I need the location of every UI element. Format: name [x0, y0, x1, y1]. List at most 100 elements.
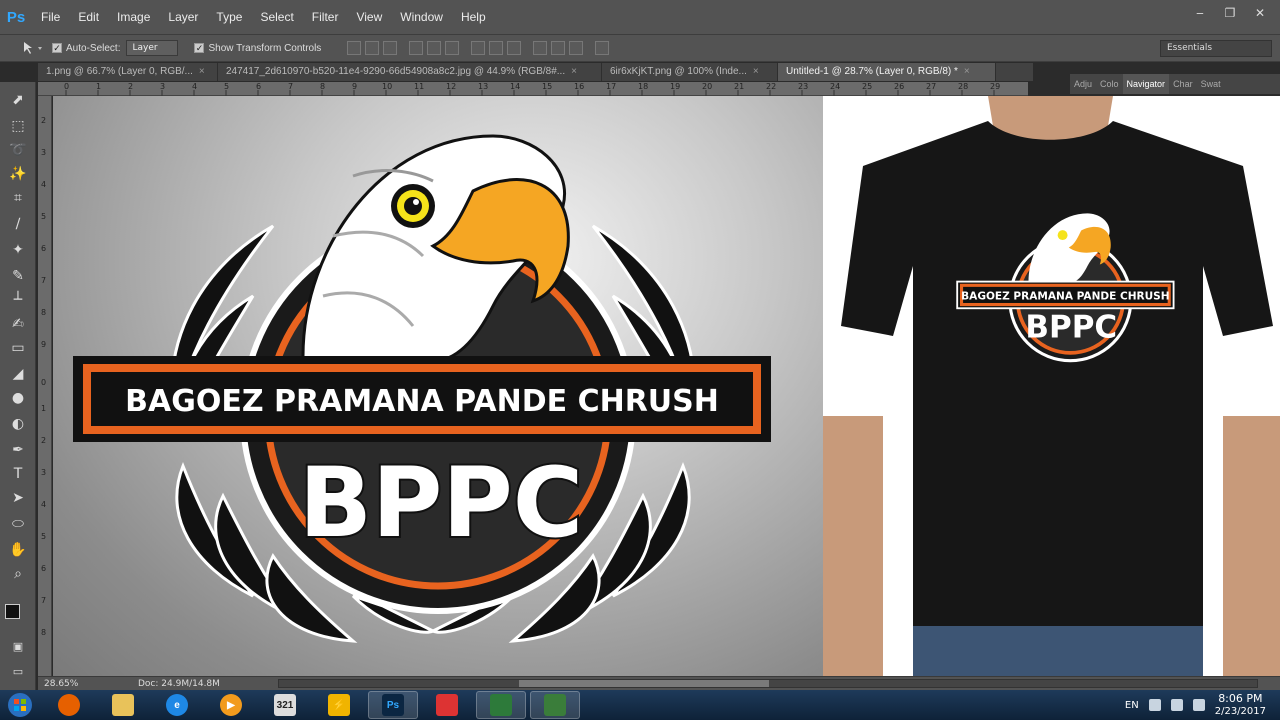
- crop-tool-icon[interactable]: ⌗: [8, 188, 28, 208]
- menu-edit[interactable]: Edit: [69, 0, 108, 34]
- auto-select-checkbox[interactable]: ✓ Auto-Select:: [52, 43, 120, 54]
- scrollbar-thumb[interactable]: [519, 680, 769, 687]
- menu-file[interactable]: File: [32, 0, 69, 34]
- restore-icon[interactable]: ❐: [1216, 4, 1244, 22]
- volume-icon[interactable]: [1192, 699, 1205, 711]
- menu-type[interactable]: Type: [207, 0, 251, 34]
- healing-brush-icon[interactable]: ✦: [8, 240, 28, 260]
- move-tool-icon[interactable]: ⬈: [8, 90, 28, 110]
- align-vcenter-icon[interactable]: [365, 41, 380, 55]
- eyedropper-icon[interactable]: ∕: [8, 214, 28, 234]
- paint-bucket-icon[interactable]: ◢: [8, 364, 28, 384]
- auto-select-dropdown[interactable]: Layer: [126, 40, 179, 56]
- menu-image[interactable]: Image: [108, 0, 159, 34]
- align-hcenter-icon[interactable]: [427, 41, 442, 55]
- taskbar-firefox[interactable]: [44, 691, 94, 719]
- path-selection-icon[interactable]: ➤: [8, 488, 28, 508]
- menu-filter[interactable]: Filter: [303, 0, 348, 34]
- quick-mask-icon[interactable]: ▣: [8, 637, 28, 657]
- workspace-dropdown[interactable]: Essentials: [1160, 40, 1272, 57]
- hand-tool-icon[interactable]: ✋: [8, 540, 28, 560]
- zoom-tool-icon[interactable]: ⌕: [8, 564, 28, 584]
- close-tab-icon[interactable]: ×: [964, 66, 970, 77]
- show-transform-checkbox[interactable]: ✓ Show Transform Controls: [194, 43, 321, 54]
- distribute-bottom-icon[interactable]: [507, 41, 522, 55]
- distribute-hcenter-icon[interactable]: [551, 41, 566, 55]
- doc-tab-1[interactable]: 1.png @ 66.7% (Layer 0, RGB/... ×: [38, 63, 218, 81]
- taskbar-photoshop[interactable]: Ps: [368, 691, 418, 719]
- clock[interactable]: 8:06 PM 2/23/2017: [1215, 692, 1266, 718]
- brush-tool-icon[interactable]: ✎: [8, 266, 28, 286]
- ruler-label: 24: [830, 82, 841, 91]
- dodge-tool-icon[interactable]: ◐: [8, 414, 28, 434]
- distribute-vcenter-icon[interactable]: [489, 41, 504, 55]
- flag-icon[interactable]: [1148, 699, 1161, 711]
- ruler-label: 9: [352, 82, 358, 91]
- magic-wand-icon[interactable]: ✨: [8, 164, 28, 184]
- menu-select[interactable]: Select: [251, 0, 302, 34]
- screen-mode-icon[interactable]: ▭: [8, 662, 28, 682]
- ruler-label: 10: [382, 82, 393, 91]
- close-tab-icon[interactable]: ×: [753, 66, 759, 77]
- taskbar-app[interactable]: ⚡: [314, 691, 364, 719]
- doc-tab-3[interactable]: 6ir6xKjKT.png @ 100% (Inde... ×: [602, 63, 778, 81]
- ruler-label: 0: [41, 378, 47, 387]
- lasso-tool-icon[interactable]: ➰: [8, 140, 28, 160]
- ruler-label: 8: [320, 82, 326, 91]
- panel-tab-adjustments[interactable]: Adju: [1070, 74, 1096, 94]
- taskbar-pdf[interactable]: [422, 691, 472, 719]
- eraser-tool-icon[interactable]: ▭: [8, 338, 28, 358]
- marquee-tool-icon[interactable]: ⬚: [8, 116, 28, 136]
- language-indicator[interactable]: EN: [1125, 700, 1139, 711]
- minimize-icon[interactable]: ‒: [1186, 4, 1214, 22]
- distribute-top-icon[interactable]: [471, 41, 486, 55]
- doc-tab-2[interactable]: 247417_2d610970-b520-11e4-9290-66d54908a…: [218, 63, 602, 81]
- taskbar-recorder[interactable]: [530, 691, 580, 719]
- stamp-tool-icon[interactable]: ┴: [8, 290, 28, 310]
- pen-tool-icon[interactable]: ✒: [8, 440, 28, 460]
- doc-tab-active[interactable]: Untitled-1 @ 28.7% (Layer 0, RGB/8) * ×: [778, 63, 996, 81]
- foreground-color-swatch[interactable]: [5, 604, 20, 619]
- blur-tool-icon[interactable]: ●: [8, 388, 28, 408]
- close-icon[interactable]: ✕: [1246, 4, 1274, 22]
- ruler-label: 19: [670, 82, 681, 91]
- align-left-icon[interactable]: [409, 41, 424, 55]
- history-brush-icon[interactable]: ✍: [8, 314, 28, 334]
- close-tab-icon[interactable]: ×: [199, 66, 205, 77]
- horizontal-scrollbar[interactable]: [278, 679, 1258, 688]
- ruler-vertical: 2 3 4 5 6 7 8 9 0 1 2 3 4 5 6 7 8: [38, 96, 52, 676]
- document-canvas[interactable]: BAGOEZ PRAMANA PANDE CHRUSH BPPC: [53, 96, 823, 676]
- panel-tab-swatches[interactable]: Swat: [1197, 74, 1225, 94]
- taskbar-explorer[interactable]: [98, 691, 148, 719]
- menu-layer[interactable]: Layer: [159, 0, 207, 34]
- taskbar-321[interactable]: 321: [260, 691, 310, 719]
- panel-tab-navigator[interactable]: Navigator: [1122, 74, 1170, 94]
- align-right-icon[interactable]: [445, 41, 460, 55]
- menu-window[interactable]: Window: [391, 0, 452, 34]
- show-transform-label: Show Transform Controls: [208, 42, 322, 54]
- type-tool-icon[interactable]: T: [8, 464, 28, 484]
- start-button[interactable]: [0, 690, 40, 720]
- menu-help[interactable]: Help: [452, 0, 495, 34]
- panel-tab-color[interactable]: Colo: [1096, 74, 1123, 94]
- close-tab-icon[interactable]: ×: [571, 66, 577, 77]
- zoom-level[interactable]: 28.65%: [38, 679, 78, 689]
- network-icon[interactable]: [1170, 699, 1183, 711]
- move-tool-icon[interactable]: [18, 40, 46, 56]
- ruler-label: 3: [41, 468, 47, 477]
- distribute-left-icon[interactable]: [533, 41, 548, 55]
- menu-view[interactable]: View: [347, 0, 391, 34]
- ellipse-tool-icon[interactable]: ⬭: [8, 514, 28, 534]
- ruler-label: 5: [224, 82, 230, 91]
- ruler-label: 1: [96, 82, 102, 91]
- distribute-right-icon[interactable]: [569, 41, 584, 55]
- panel-tab-character[interactable]: Char: [1169, 74, 1197, 94]
- auto-align-icon[interactable]: [595, 41, 610, 55]
- taskbar-media[interactable]: ▶: [206, 691, 256, 719]
- tshirt-mockup: BAGOEZ PRAMANA PANDE CHRUSH BPPC: [823, 96, 1280, 676]
- taskbar-ie[interactable]: e: [152, 691, 202, 719]
- align-top-icon[interactable]: [347, 41, 362, 55]
- align-bottom-icon[interactable]: [383, 41, 398, 55]
- auto-select-label: Auto-Select:: [66, 42, 121, 54]
- taskbar-camtasia[interactable]: [476, 691, 526, 719]
